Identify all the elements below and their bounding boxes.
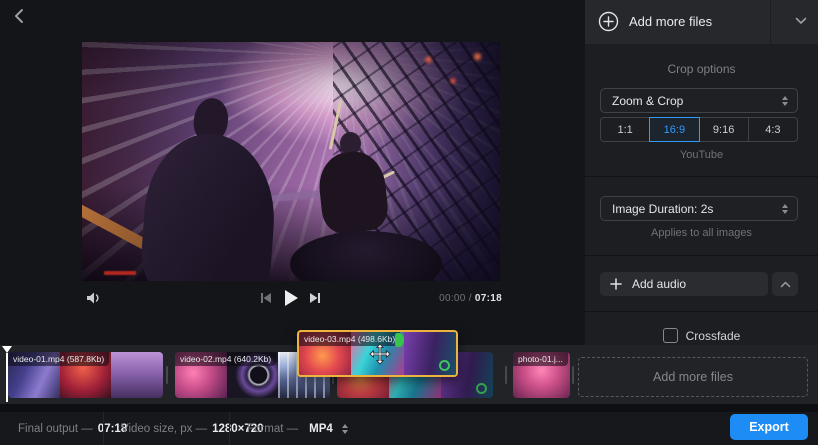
clip-label: video-02.mp4 (640.2Kb): [175, 352, 276, 366]
play-button[interactable]: [281, 290, 301, 310]
format-value: MP4: [309, 423, 333, 435]
divider: [585, 311, 818, 312]
select-caret-icon: [782, 204, 797, 214]
play-icon: [283, 289, 299, 312]
volume-button[interactable]: [84, 291, 102, 309]
audio-collapse-button[interactable]: [772, 272, 798, 296]
export-button[interactable]: Export: [730, 414, 808, 440]
platform-hint: YouTube: [585, 149, 818, 161]
divider: [229, 412, 230, 445]
clip-divider: [166, 366, 168, 384]
image-duration-select[interactable]: Image Duration: 2s: [600, 196, 798, 221]
back-button[interactable]: [8, 8, 28, 28]
crop-mode-select[interactable]: Zoom & Crop: [600, 88, 798, 113]
clip-divider: [505, 366, 507, 384]
divider: [103, 412, 104, 445]
video-size-label: Video size, px —: [121, 423, 207, 435]
image-duration-hint: Applies to all images: [585, 227, 818, 239]
format-select[interactable]: Format — MP4: [247, 412, 348, 445]
select-caret-icon: [782, 96, 797, 106]
divider: [770, 0, 771, 44]
skip-previous-icon: [259, 291, 273, 310]
video-size-info: Video size, px — 1280×720: [121, 412, 264, 445]
dragged-clip-video-03[interactable]: video-03.mp4 (498.6Kb): [297, 330, 458, 377]
add-more-files-button[interactable]: Add more files: [585, 0, 818, 44]
aspect-16-9-button[interactable]: 16:9: [649, 117, 699, 142]
final-output-label: Final output —: [18, 423, 93, 435]
time-total: 07:18: [475, 293, 502, 304]
thumbnail-light-decoration: [439, 360, 450, 371]
aspect-9-16-button[interactable]: 9:16: [699, 117, 749, 142]
chevron-left-icon: [13, 8, 24, 29]
time-separator: /: [469, 293, 472, 304]
final-output-info: Final output — 07:18: [18, 412, 127, 445]
dropzone-label: Add more files: [653, 370, 733, 384]
footer-gap: [0, 404, 818, 412]
timeline-clip-video-01[interactable]: video-01.mp4 (587.8Kb): [8, 352, 163, 398]
crop-mode-value: Zoom & Crop: [601, 94, 782, 108]
sidebar: Add more files Crop options Zoom & Crop …: [585, 0, 818, 352]
add-more-files-label: Add more files: [629, 14, 712, 29]
divider: [585, 255, 818, 256]
add-more-files-dropzone[interactable]: Add more files: [578, 357, 808, 397]
drop-marker: [395, 333, 404, 347]
crop-options-title: Crop options: [585, 62, 818, 76]
image-duration-value: Image Duration: 2s: [601, 202, 782, 216]
previous-frame-button[interactable]: [258, 293, 273, 308]
video-preview: [82, 42, 500, 281]
timeline-clip-photo-01[interactable]: photo-01.j...: [513, 352, 570, 398]
aspect-ratio-group: 1:1 16:9 9:16 4:3: [600, 117, 798, 142]
move-cursor-icon: [369, 343, 391, 370]
next-frame-button[interactable]: [307, 293, 322, 308]
crossfade-checkbox[interactable]: [663, 328, 678, 343]
crossfade-row: Crossfade: [585, 328, 818, 343]
aspect-4-3-button[interactable]: 4:3: [748, 117, 798, 142]
format-label: Format —: [247, 423, 298, 435]
clip-divider: [572, 366, 574, 384]
divider: [585, 176, 818, 177]
guitarist-silhouette: [138, 130, 280, 281]
select-caret-icon: [342, 424, 348, 434]
footer-bar: Final output — 07:18 Video size, px — 12…: [0, 412, 818, 445]
add-audio-button[interactable]: Add audio: [600, 272, 768, 296]
speaker-icon: [85, 290, 102, 311]
thumbnail-light-decoration: [476, 383, 487, 394]
clip-label: photo-01.j...: [513, 352, 568, 366]
stage-lights-decoration: [312, 42, 500, 123]
watermark: [104, 271, 136, 275]
time-current: 00:00: [439, 293, 466, 304]
plus-circle-icon: [598, 11, 619, 37]
plus-icon: [610, 278, 622, 290]
playhead-line: [6, 353, 8, 402]
playhead[interactable]: [2, 346, 12, 403]
skip-next-icon: [308, 291, 322, 310]
crossfade-label: Crossfade: [686, 329, 741, 343]
export-label: Export: [749, 420, 789, 434]
add-audio-label: Add audio: [632, 277, 686, 291]
time-display: 00:00 / 07:18: [400, 293, 502, 304]
clip-label: video-01.mp4 (587.8Kb): [8, 352, 109, 366]
chevron-up-icon: [780, 275, 791, 293]
clip-thumbnail: [111, 352, 163, 398]
playhead-head: [2, 346, 12, 353]
aspect-1-1-button[interactable]: 1:1: [600, 117, 650, 142]
chevron-down-icon[interactable]: [784, 17, 818, 29]
